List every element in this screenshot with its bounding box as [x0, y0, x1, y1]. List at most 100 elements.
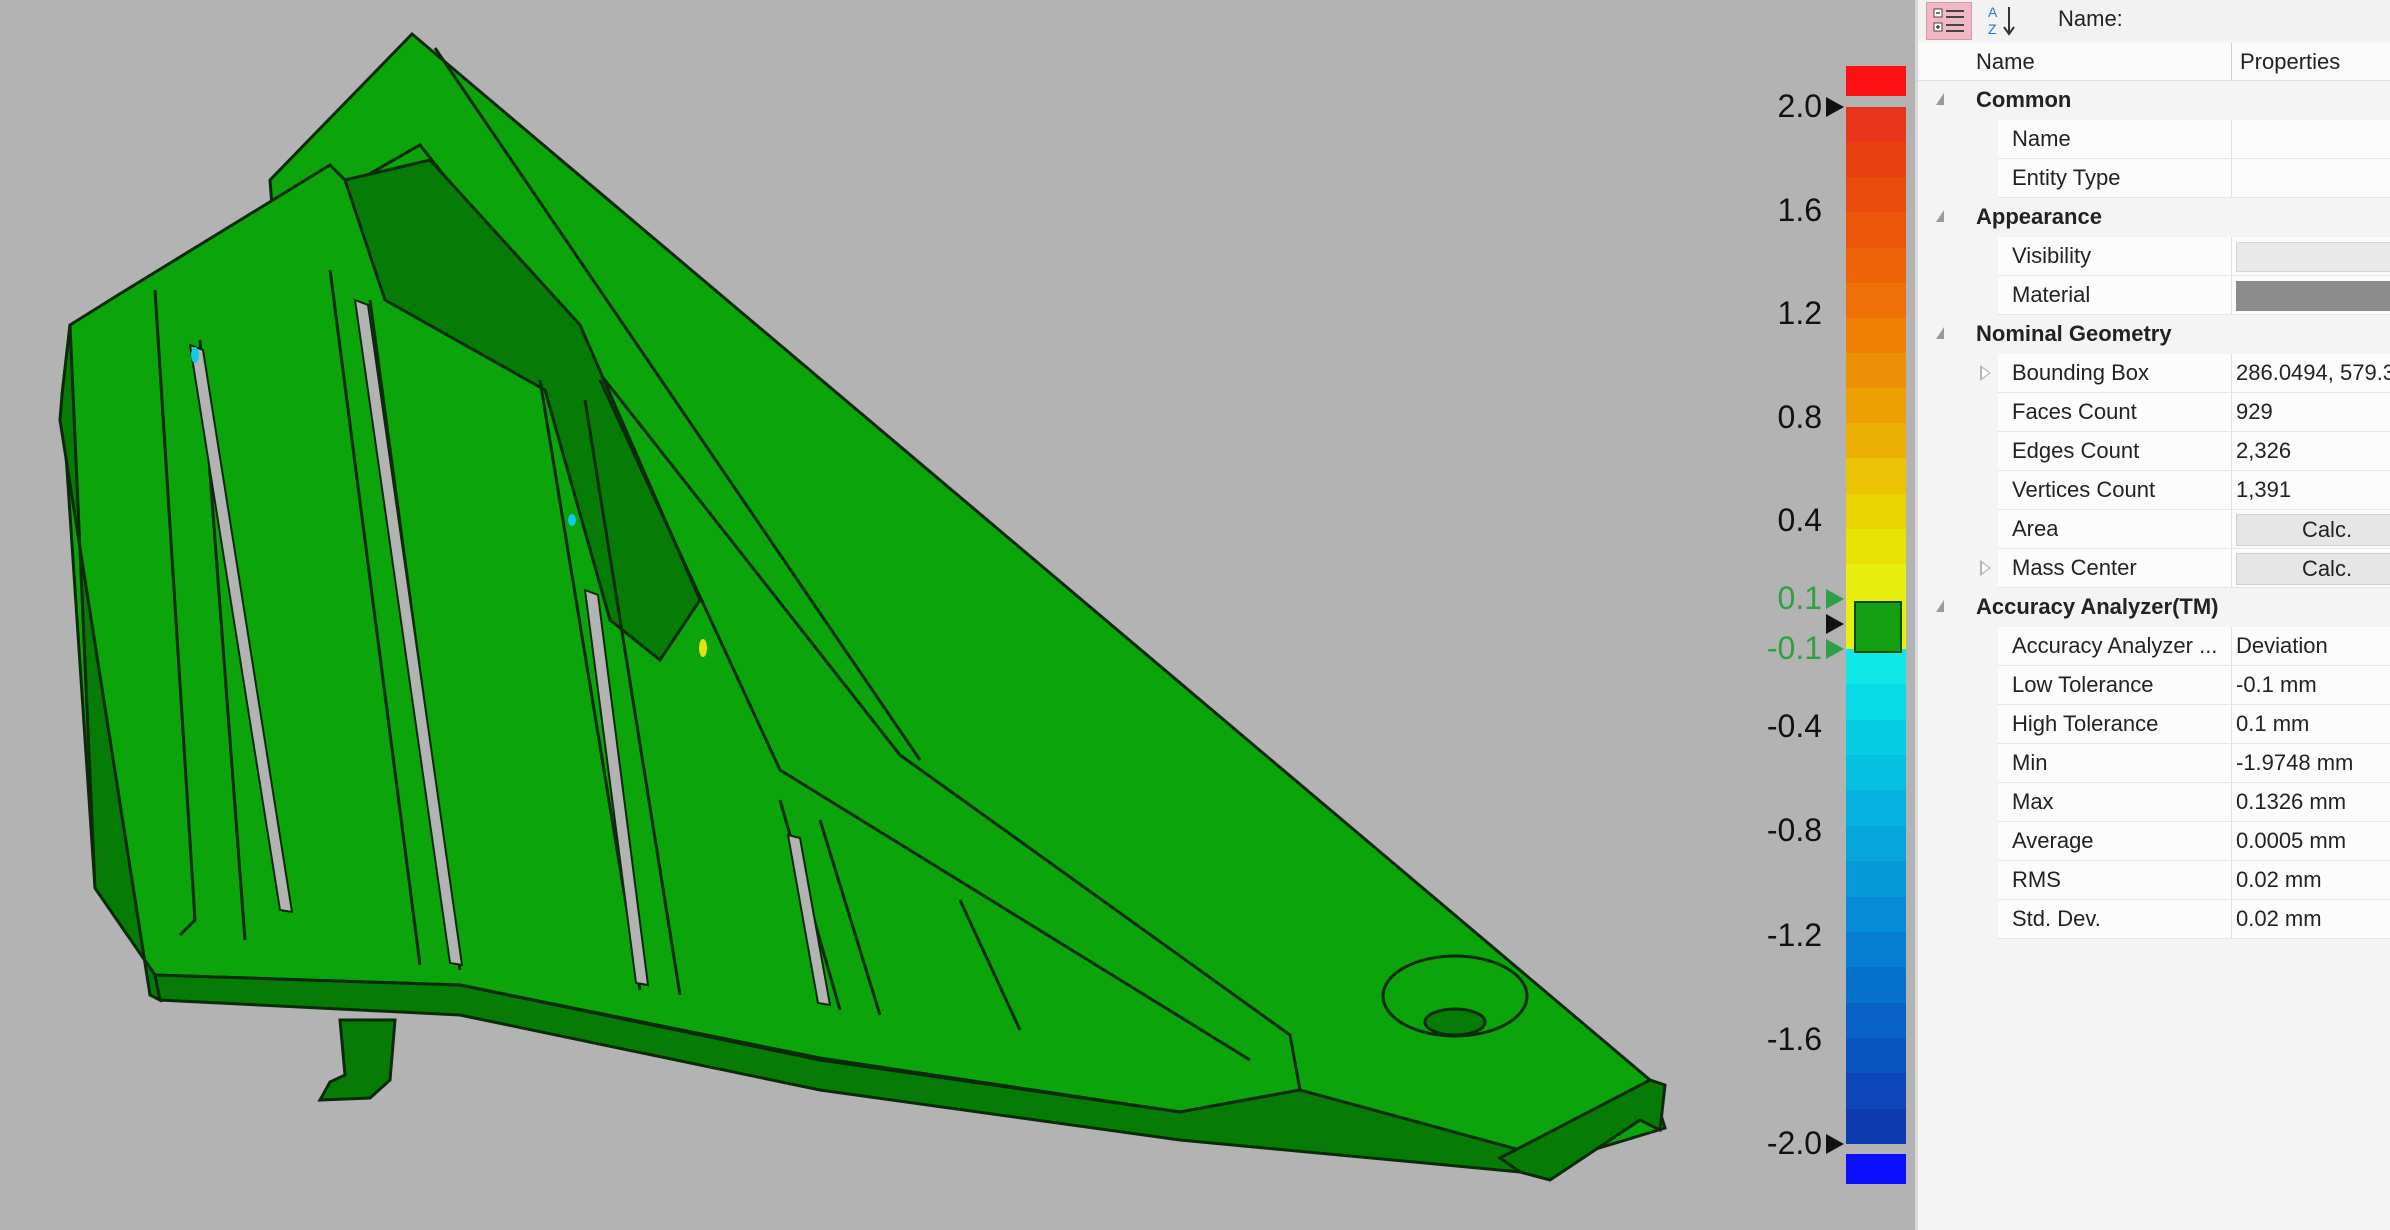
property-row[interactable]: Min -1.9748 mm [1918, 744, 2390, 783]
property-row[interactable]: Average 0.0005 mm [1918, 822, 2390, 861]
property-row[interactable]: RMS 0.02 mm [1918, 861, 2390, 900]
low-tolerance-marker-icon[interactable] [1826, 639, 1844, 659]
material-swatch[interactable] [2236, 281, 2390, 311]
svg-text:A: A [1988, 4, 1998, 20]
calc-button[interactable]: Calc. [2236, 553, 2390, 585]
property-row[interactable]: Area Calc. [1918, 510, 2390, 549]
property-value[interactable]: -1.9748 mm [2236, 744, 2390, 782]
property-name: Vertices Count [2012, 477, 2156, 502]
scale-band-warm [1846, 317, 1906, 354]
property-value[interactable]: 286.0494, 579.3 [2236, 354, 2390, 392]
property-row[interactable]: Vertices Count 1,391 [1918, 471, 2390, 510]
sort-az-button[interactable]: A Z [1980, 2, 2024, 38]
property-name: Mass Center [2012, 555, 2137, 580]
property-value[interactable]: 2,326 [2236, 432, 2390, 470]
min-marker-icon[interactable] [1826, 1134, 1844, 1154]
high-tolerance-marker-icon[interactable] [1826, 589, 1844, 609]
row-gutter [1918, 510, 1998, 549]
scale-band-cool [1846, 825, 1906, 862]
property-name: Average [2012, 828, 2094, 853]
row-gutter [1918, 627, 1998, 666]
category-row[interactable]: Nominal Geometry [1918, 315, 2390, 354]
property-value[interactable]: 0.1326 mm [2236, 783, 2390, 821]
collapse-triangle-icon[interactable] [1936, 93, 1944, 105]
collapse-triangle-icon[interactable] [1936, 600, 1944, 612]
property-row[interactable]: Low Tolerance -0.1 mm [1918, 666, 2390, 705]
category-row[interactable]: Appearance [1918, 198, 2390, 237]
calc-button[interactable]: Calc. [2236, 514, 2390, 546]
property-name: Faces Count [2012, 399, 2137, 424]
property-row[interactable]: Accuracy Analyzer ... Deviation [1918, 627, 2390, 666]
property-name: Edges Count [2012, 438, 2140, 463]
property-row[interactable]: Faces Count 929 [1918, 393, 2390, 432]
scale-band-warm [1846, 388, 1906, 424]
collapse-triangle-icon[interactable] [1936, 210, 1944, 222]
category-label: Nominal Geometry [1976, 321, 2172, 346]
property-value[interactable]: 929 [2236, 393, 2390, 431]
column-header-name[interactable]: Name [1976, 49, 2035, 75]
categorized-icon [1933, 8, 1964, 32]
property-row[interactable]: Std. Dev. 0.02 mm [1918, 900, 2390, 939]
cell-separator [2231, 237, 2232, 276]
property-value[interactable]: 0.1 mm [2236, 705, 2390, 743]
property-row[interactable]: Max 0.1326 mm [1918, 783, 2390, 822]
property-row[interactable]: High Tolerance 0.1 mm [1918, 705, 2390, 744]
expand-triangle-icon[interactable] [1980, 560, 1991, 576]
property-row[interactable]: Name [1918, 120, 2390, 159]
property-value[interactable]: 0.02 mm [2236, 900, 2390, 938]
category-row[interactable]: Common [1918, 81, 2390, 120]
cell-separator [2231, 900, 2232, 939]
row-gutter [1918, 705, 1998, 744]
property-row[interactable]: Visibility [1918, 237, 2390, 276]
categorized-button[interactable] [1926, 2, 1972, 40]
property-value[interactable]: Deviation [2236, 627, 2390, 665]
property-row[interactable]: Entity Type [1918, 159, 2390, 198]
visibility-field[interactable] [2236, 242, 2390, 272]
property-row[interactable]: Edges Count 2,326 [1918, 432, 2390, 471]
part-model[interactable] [0, 0, 1760, 1230]
cell-separator [2231, 744, 2232, 783]
property-value[interactable] [2236, 120, 2390, 158]
nominal-marker-icon[interactable] [1826, 614, 1844, 634]
scale-band-warm [1846, 353, 1906, 389]
property-value[interactable] [2236, 159, 2390, 197]
property-value[interactable]: 1,391 [2236, 471, 2390, 509]
category-row[interactable]: Accuracy Analyzer(TM) [1918, 588, 2390, 627]
property-name: Max [2012, 789, 2054, 814]
property-name: Name [2012, 126, 2071, 151]
scale-band-cool [1846, 649, 1906, 685]
max-marker-icon[interactable] [1826, 97, 1844, 117]
property-row[interactable]: Mass Center Calc. [1918, 549, 2390, 588]
property-row[interactable]: Material [1918, 276, 2390, 315]
row-gutter [1918, 744, 1998, 783]
scale-band-cool [1846, 684, 1906, 721]
row-gutter [1918, 783, 1998, 822]
column-header-properties[interactable]: Properties [2240, 49, 2340, 75]
column-divider[interactable] [2231, 43, 2232, 80]
under-range-swatch [1846, 1154, 1906, 1184]
scale-band-cool [1846, 755, 1906, 791]
property-value[interactable]: 0.02 mm [2236, 861, 2390, 899]
row-gutter [1918, 822, 1998, 861]
expand-triangle-icon[interactable] [1980, 365, 1991, 381]
3d-viewport[interactable]: 2.0 1.6 1.2 0.8 0.4 0.1 -0.1 -0.4 -0.8 -1.2 -1.6 -2… [0, 0, 1915, 1230]
cell-separator [2231, 510, 2232, 549]
scale-tick-label: -2.0 [1766, 1125, 1822, 1161]
scale-band-warm [1846, 142, 1906, 178]
scale-band-warm [1846, 528, 1906, 565]
scale-band-cool [1846, 790, 1906, 827]
scale-band-cool [1846, 896, 1906, 933]
row-gutter [1918, 120, 1998, 159]
cell-separator [2231, 393, 2232, 432]
row-gutter [1918, 471, 1998, 510]
property-value[interactable]: 0.0005 mm [2236, 822, 2390, 860]
row-gutter [1918, 237, 1998, 276]
scale-band-warm [1846, 247, 1906, 284]
cell-separator [2231, 627, 2232, 666]
property-name: Bounding Box [2012, 360, 2149, 385]
properties-toolbar: A Z Name: [1918, 0, 2390, 40]
collapse-triangle-icon[interactable] [1936, 327, 1944, 339]
property-value[interactable]: -0.1 mm [2236, 666, 2390, 704]
property-row[interactable]: Bounding Box 286.0494, 579.3 [1918, 354, 2390, 393]
property-name: Std. Dev. [2012, 906, 2101, 931]
